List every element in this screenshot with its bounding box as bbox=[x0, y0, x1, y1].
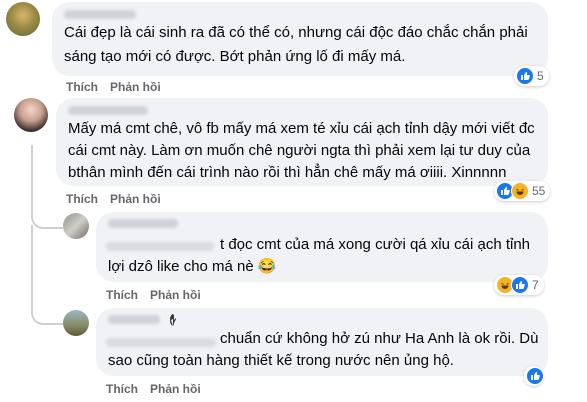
commenter-name[interactable] bbox=[64, 10, 136, 19]
comment-text-line: sáng tạo mới có được. Bớt phản ứng lố đi… bbox=[64, 48, 406, 65]
like-button[interactable]: Thích bbox=[106, 288, 138, 302]
reply-button[interactable]: Phản hồi bbox=[110, 192, 161, 206]
reaction-count: 5 bbox=[537, 69, 544, 83]
commenter-name[interactable] bbox=[108, 315, 160, 324]
comment-text-line: cái cmt này. Làm ơn muốn chê người ngta … bbox=[68, 142, 531, 159]
comment-text-line: Mấy má cmt chê, vô fb mấy má xem té xỉu … bbox=[68, 120, 535, 137]
like-reaction-icon bbox=[526, 367, 544, 385]
reply-text-line: chuẩn cứ không hở zú như Ha Anh là ok rồ… bbox=[220, 330, 539, 347]
commenter-name[interactable] bbox=[68, 106, 148, 115]
comment-text-line: bthân mình đến cái trình nào rồi thì hẳn… bbox=[68, 164, 507, 181]
like-button[interactable]: Thích bbox=[66, 192, 98, 206]
like-reaction-icon bbox=[511, 276, 529, 294]
reaction-summary[interactable]: 55 bbox=[494, 181, 551, 201]
comment-text-line: Cái đẹp là cái sinh ra đã có thể có, như… bbox=[64, 24, 528, 41]
reaction-count: 7 bbox=[532, 278, 539, 292]
avatar[interactable] bbox=[6, 2, 40, 36]
reaction-summary[interactable]: 5 bbox=[514, 66, 549, 86]
reaction-count: 55 bbox=[532, 184, 546, 198]
commenter-name[interactable] bbox=[108, 219, 178, 228]
reply-button[interactable]: Phản hồi bbox=[110, 80, 161, 94]
comment-bubble: Mấy má cmt chê, vô fb mấy má xem té xỉu … bbox=[56, 98, 548, 186]
avatar[interactable] bbox=[14, 98, 48, 132]
reply-bubble: chuẩn cứ không hở zú như Ha Anh là ok rồ… bbox=[96, 308, 548, 376]
wave-hand-icon bbox=[168, 312, 184, 328]
like-reaction-icon bbox=[516, 67, 534, 85]
thread-line bbox=[31, 225, 63, 325]
haha-reaction-icon bbox=[511, 182, 529, 200]
like-button[interactable]: Thích bbox=[106, 382, 138, 396]
reply-bubble: t đọc cmt của má xong cười qá xỉu cái ạc… bbox=[96, 212, 548, 282]
reaction-summary[interactable] bbox=[524, 366, 544, 386]
avatar[interactable] bbox=[63, 310, 89, 336]
reply-text-line: sao cũng toàn hàng thiết kế trong nước n… bbox=[108, 352, 454, 369]
avatar[interactable] bbox=[63, 213, 89, 239]
reply-text-line: t đọc cmt của má xong cười qá xỉu cái ạc… bbox=[220, 236, 531, 253]
reply-button[interactable]: Phản hồi bbox=[150, 382, 201, 396]
reply-button[interactable]: Phản hồi bbox=[150, 288, 201, 302]
comment-bubble: Cái đẹp là cái sinh ra đã có thể có, như… bbox=[52, 2, 548, 76]
like-button[interactable]: Thích bbox=[66, 80, 98, 94]
tagged-name[interactable] bbox=[106, 338, 216, 347]
reply-text-line: lợi dzô like cho má nè 😂 bbox=[108, 258, 277, 275]
reaction-summary[interactable]: 7 bbox=[494, 275, 544, 295]
tagged-name[interactable] bbox=[106, 242, 214, 251]
